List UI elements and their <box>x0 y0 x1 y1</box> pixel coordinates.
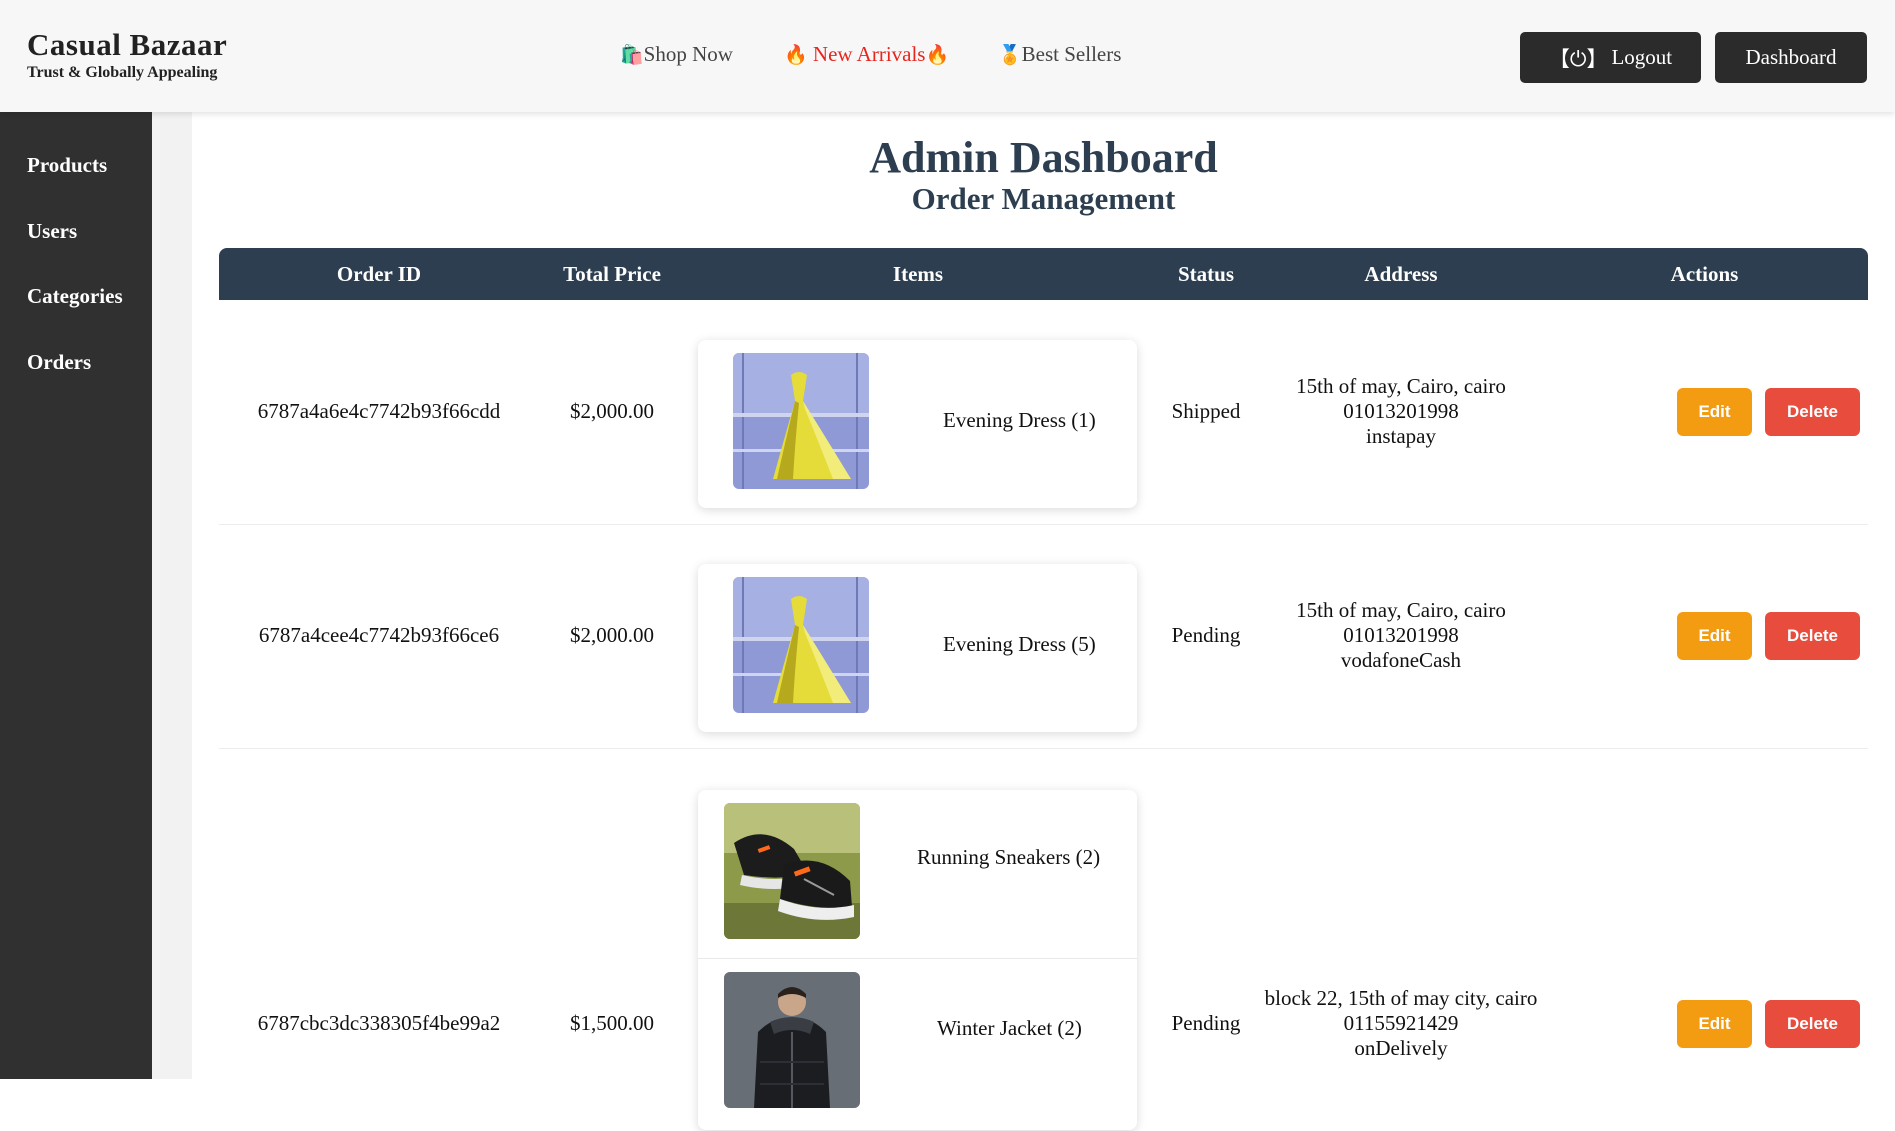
page-title: Admin Dashboard <box>869 133 1218 182</box>
sidebar-item-products[interactable]: Products <box>27 153 107 178</box>
order-total: $2,000.00 <box>570 623 654 647</box>
order-item: Running Sneakers (2) <box>698 790 1137 958</box>
dress-photo-icon <box>733 577 869 713</box>
address-line: block 22, 15th of may city, cairo <box>1264 986 1538 1010</box>
address-block: block 22, 15th of may city, cairo 011559… <box>1245 986 1557 1061</box>
address-block: 15th of may, Cairo, cairo 01013201998 vo… <box>1261 598 1541 673</box>
top-header: Casual Bazaar Trust & Globally Appealing… <box>0 0 1895 112</box>
edit-button[interactable]: Edit <box>1677 612 1752 660</box>
items-card: Evening Dress (1) <box>698 340 1137 508</box>
evening-dress-image <box>733 577 869 713</box>
order-item: Evening Dress (5) <box>698 564 1137 732</box>
medal-icon: 🏅 <box>998 45 1022 66</box>
brand-title[interactable]: Casual Bazaar <box>27 28 227 62</box>
item-name: Evening Dress (1) <box>943 408 1096 432</box>
sidebar-item-categories[interactable]: Categories <box>27 284 123 309</box>
delete-button[interactable]: Delete <box>1765 1000 1860 1048</box>
sneakers-photo-icon <box>724 803 860 939</box>
order-item: Winter Jacket (2) <box>698 958 1137 1131</box>
order-id: 6787a4a6e4c7742b93f66cdd <box>257 399 501 423</box>
payment-method: instapay <box>1366 424 1436 448</box>
payment-method: onDelively <box>1354 1036 1448 1060</box>
order-total: $1,500.00 <box>570 1011 654 1035</box>
delete-button[interactable]: Delete <box>1765 612 1860 660</box>
logout-button[interactable]: 【⏻】 Logout <box>1520 32 1701 83</box>
table-row: 6787a4a6e4c7742b93f66cdd $2,000.00 Eveni… <box>219 300 1868 525</box>
logout-label: Logout <box>1611 45 1673 69</box>
address-phone: 01013201998 <box>1343 399 1459 423</box>
order-total: $2,000.00 <box>570 399 654 423</box>
column-header-total-price: Total Price <box>563 262 661 286</box>
status-text: Pending <box>1171 623 1241 647</box>
item-name: Running Sneakers (2) <box>917 845 1101 869</box>
main-content: Admin Dashboard Order Management Order I… <box>192 116 1895 1130</box>
item-name: Evening Dress (5) <box>943 632 1096 656</box>
address-phone: 01013201998 <box>1343 623 1459 647</box>
column-header-items: Items <box>892 262 944 286</box>
power-icon: 【⏻】 <box>1548 46 1608 71</box>
sidebar: Products Users Categories Orders <box>0 112 152 1079</box>
column-header-status: Status <box>1177 262 1235 286</box>
status-text: Shipped <box>1171 399 1241 423</box>
table-row: 6787a4cee4c7742b93f66ce6 $2,000.00 Eveni… <box>219 524 1868 749</box>
column-header-actions: Actions <box>1670 262 1739 286</box>
shopping-bag-icon: 🛍️ <box>620 45 644 66</box>
nav-shop-now-label: Shop Now <box>643 42 733 66</box>
jacket-photo-icon <box>724 972 860 1108</box>
orders-table-header: Order ID Total Price Items Status Addres… <box>219 248 1868 300</box>
dress-photo-icon <box>733 353 869 489</box>
evening-dress-image <box>733 353 869 489</box>
fire-icon: 🔥 <box>784 45 808 66</box>
sidebar-item-orders[interactable]: Orders <box>27 350 91 375</box>
items-card: Evening Dress (5) <box>698 564 1137 732</box>
address-line: 15th of may, Cairo, cairo <box>1296 374 1506 398</box>
address-phone: 01155921429 <box>1343 1011 1459 1035</box>
dashboard-button[interactable]: Dashboard <box>1715 32 1867 83</box>
nav-new-arrivals[interactable]: 🔥 New Arrivals🔥 <box>784 42 949 67</box>
edit-button[interactable]: Edit <box>1677 1000 1752 1048</box>
dashboard-label: Dashboard <box>1745 45 1837 69</box>
table-row: 6787cbc3dc338305f4be99a2 $1,500.00 Runni… <box>219 748 1868 1130</box>
running-sneakers-image <box>724 803 860 939</box>
order-id: 6787a4cee4c7742b93f66ce6 <box>258 623 500 647</box>
items-card: Running Sneakers (2) Winter Jacket (2) <box>698 790 1137 1130</box>
sidebar-item-users[interactable]: Users <box>27 219 77 244</box>
address-line: 15th of may, Cairo, cairo <box>1296 598 1506 622</box>
column-header-order-id: Order ID <box>336 262 422 286</box>
fire-icon: 🔥 <box>925 45 950 66</box>
brand-tagline: Trust & Globally Appealing <box>27 64 218 81</box>
nav-best-sellers[interactable]: 🏅Best Sellers <box>998 42 1121 67</box>
address-block: 15th of may, Cairo, cairo 01013201998 in… <box>1261 374 1541 449</box>
page-subtitle: Order Management <box>911 181 1176 216</box>
nav-best-sellers-label: Best Sellers <box>1021 42 1122 66</box>
delete-button[interactable]: Delete <box>1765 388 1860 436</box>
content-gutter <box>152 112 192 1079</box>
column-header-address: Address <box>1364 262 1438 286</box>
order-id: 6787cbc3dc338305f4be99a2 <box>257 1011 501 1035</box>
nav-new-arrivals-label: New Arrivals <box>812 42 926 66</box>
payment-method: vodafoneCash <box>1340 648 1462 672</box>
nav-shop-now[interactable]: 🛍️Shop Now <box>620 42 733 67</box>
brand[interactable]: Casual Bazaar Trust & Globally Appealing <box>27 28 227 83</box>
winter-jacket-image <box>724 972 860 1108</box>
edit-button[interactable]: Edit <box>1677 388 1752 436</box>
item-name: Winter Jacket (2) <box>937 1016 1082 1040</box>
order-item: Evening Dress (1) <box>698 340 1137 508</box>
